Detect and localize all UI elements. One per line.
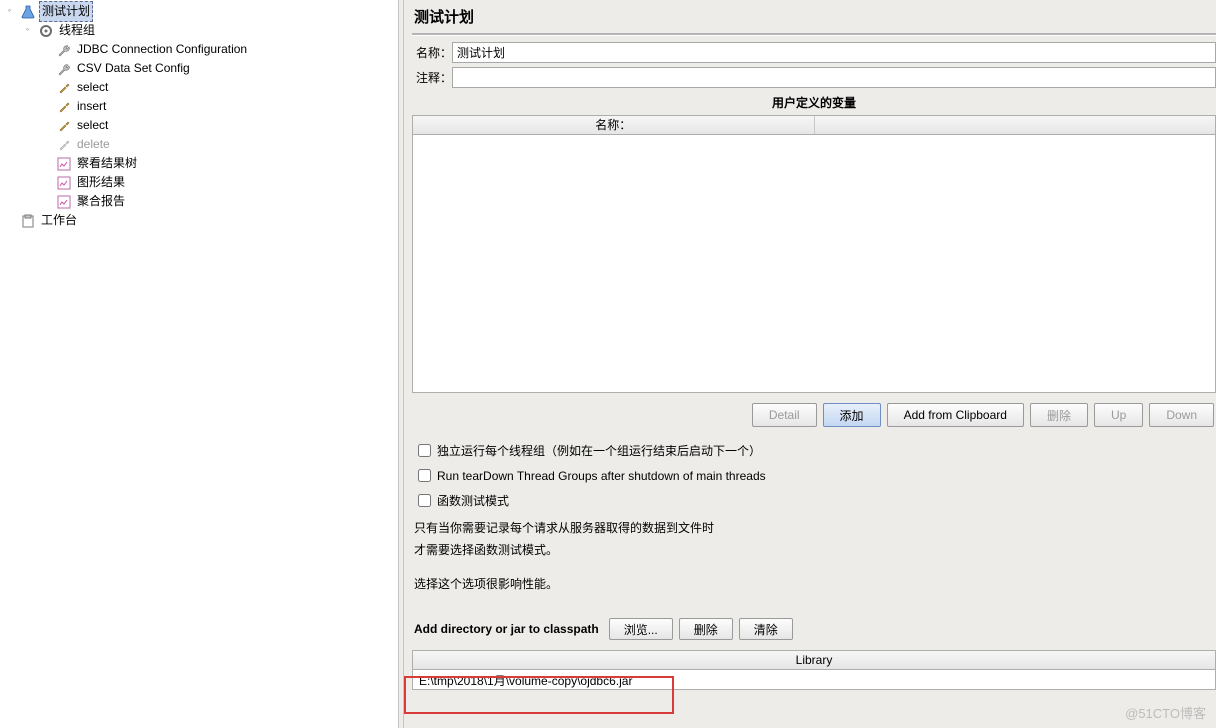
vars-button-row: Detail 添加 Add from Clipboard 删除 Up Down (412, 403, 1214, 427)
tree-label: 聚合报告 (75, 192, 127, 211)
add-button[interactable]: 添加 (823, 403, 881, 427)
dropper-icon (56, 137, 72, 153)
tree-node-workbench[interactable]: 工作台 (2, 211, 398, 230)
comment-label: 注释： (412, 69, 452, 86)
test-plan-tree: ◦ 测试计划 ◦ 线程组 JDBC Connection Configurati… (0, 0, 398, 728)
col-name: 名称： (413, 116, 815, 134)
tree-node-jdbc-config[interactable]: JDBC Connection Configuration (2, 40, 398, 59)
library-row[interactable]: E:\tmp\2018\1月\volume-copy\ojdbc6.jar (412, 670, 1216, 690)
vars-table-body[interactable] (412, 135, 1216, 393)
tree-node-root[interactable]: ◦ 测试计划 (2, 2, 398, 21)
col-value (815, 116, 1216, 134)
name-label: 名称： (412, 44, 452, 61)
note-line-2: 才需要选择函数测试模式。 (414, 540, 1216, 560)
dropper-icon (56, 118, 72, 134)
wrench-icon (56, 42, 72, 58)
classpath-delete-button[interactable]: 删除 (679, 618, 733, 640)
tree-label: select (75, 116, 110, 135)
clipboard-icon (20, 213, 36, 229)
clear-button[interactable]: 清除 (739, 618, 793, 640)
chart-icon (56, 175, 72, 191)
tree-node-graph[interactable]: 图形结果 (2, 173, 398, 192)
serial-threadgroups-label: 独立运行每个线程组（例如在一个组运行结束后启动下一个） (437, 442, 761, 459)
tree-node-select-1[interactable]: select (2, 78, 398, 97)
tree-node-select-2[interactable]: select (2, 116, 398, 135)
wrench-icon (56, 61, 72, 77)
gear-icon (38, 23, 54, 39)
tree-label-root: 测试计划 (39, 1, 93, 22)
expand-handle-icon[interactable]: ◦ (5, 7, 14, 16)
dropper-icon (56, 80, 72, 96)
tree-node-aggregate[interactable]: 聚合报告 (2, 192, 398, 211)
name-input[interactable] (452, 42, 1216, 63)
library-path: E:\tmp\2018\1月\volume-copy\ojdbc6.jar (419, 674, 632, 688)
divider-line (412, 33, 1216, 36)
tree-node-delete[interactable]: delete (2, 135, 398, 154)
tree-label: JDBC Connection Configuration (75, 40, 249, 59)
dropper-icon (56, 99, 72, 115)
add-from-clipboard-button[interactable]: Add from Clipboard (887, 403, 1024, 427)
note-line-1: 只有当你需要记录每个请求从服务器取得的数据到文件时 (414, 518, 1216, 538)
test-plan-panel: 测试计划 名称： 注释： 用户定义的变量 名称： Detail 添加 Add f… (404, 0, 1216, 728)
functional-mode-checkbox[interactable] (418, 494, 431, 507)
tree-node-csv-config[interactable]: CSV Data Set Config (2, 59, 398, 78)
tree-node-view-results[interactable]: 察看结果树 (2, 154, 398, 173)
chart-icon (56, 194, 72, 210)
down-button[interactable]: Down (1149, 403, 1214, 427)
tree-label: delete (75, 135, 112, 154)
tree-label: 察看结果树 (75, 154, 139, 173)
tree-label: select (75, 78, 110, 97)
tree-node-insert[interactable]: insert (2, 97, 398, 116)
tree-label: CSV Data Set Config (75, 59, 192, 78)
serial-threadgroups-checkbox[interactable] (418, 444, 431, 457)
functional-mode-label: 函数测试模式 (437, 492, 509, 509)
delete-button[interactable]: 删除 (1030, 403, 1088, 427)
comment-input[interactable] (452, 67, 1216, 88)
library-header: Library (412, 650, 1216, 670)
flask-icon (20, 4, 36, 20)
teardown-checkbox[interactable] (418, 469, 431, 482)
up-button[interactable]: Up (1094, 403, 1143, 427)
tree-node-thread-group[interactable]: ◦ 线程组 (2, 21, 398, 40)
watermark: @51CTO博客 (1125, 703, 1206, 722)
vars-table-header: 名称： (412, 115, 1216, 135)
tree-label: 线程组 (57, 21, 97, 40)
tree-label: insert (75, 97, 108, 116)
note-line-3: 选择这个选项很影响性能。 (414, 574, 1216, 594)
tree-label: 工作台 (39, 211, 79, 230)
tree-label: 图形结果 (75, 173, 127, 192)
chart-icon (56, 156, 72, 172)
detail-button[interactable]: Detail (752, 403, 817, 427)
expand-handle-icon[interactable]: ◦ (23, 26, 32, 35)
classpath-label: Add directory or jar to classpath (414, 622, 599, 636)
browse-button[interactable]: 浏览... (609, 618, 673, 640)
teardown-label: Run tearDown Thread Groups after shutdow… (437, 469, 766, 483)
panel-title: 测试计划 (414, 6, 1216, 27)
user-vars-title: 用户定义的变量 (412, 94, 1216, 111)
